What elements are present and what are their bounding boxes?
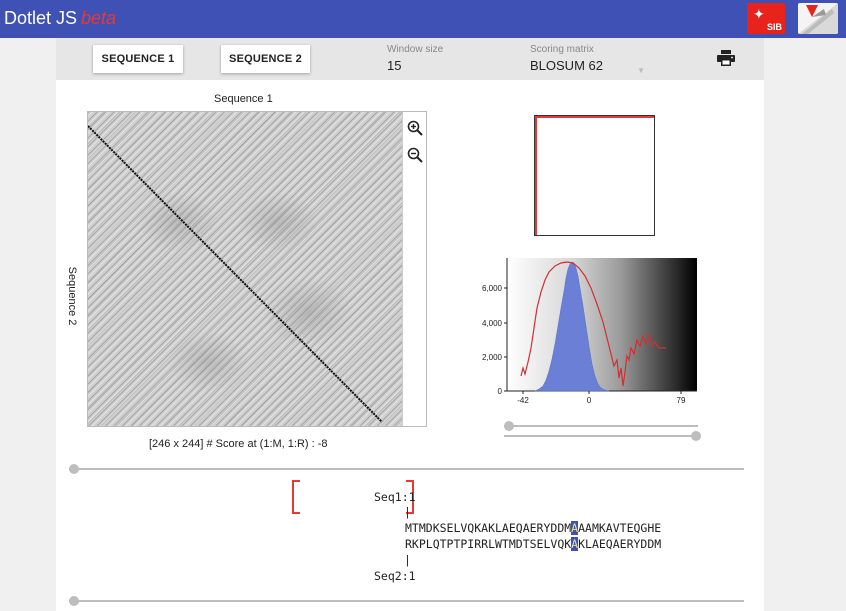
score-histogram[interactable]: 6,000 4,000 2,000 0 -42 0 79	[471, 256, 701, 416]
scoring-matrix-value[interactable]: BLOSUM 62	[530, 58, 645, 73]
vital-it-logo[interactable]	[798, 3, 838, 34]
window-size-label: Window size	[387, 44, 444, 55]
dotplot-x-title: Sequence 1	[214, 93, 273, 105]
x-tick-neg42: -42	[517, 396, 529, 405]
alignment-position-slider[interactable]	[69, 595, 744, 607]
y-tick-6000: 6,000	[482, 284, 503, 293]
window-size-field[interactable]: Window size 15	[387, 44, 497, 73]
y-tick-4000: 4,000	[482, 319, 503, 328]
x-tick-79: 79	[677, 396, 686, 405]
x-tick-0: 0	[587, 396, 592, 405]
dotplot-y-title: Sequence 2	[66, 266, 78, 326]
sib-logo-text: SIB	[766, 22, 782, 32]
alignment-position-thumb[interactable]	[69, 596, 79, 606]
printer-icon[interactable]	[717, 50, 735, 66]
app-name: Dotlet JS	[4, 8, 78, 28]
horizontal-position-thumb[interactable]	[69, 464, 79, 474]
y-tick-0: 0	[498, 387, 503, 396]
beta-label: beta	[81, 8, 117, 28]
sib-mark-icon: ✦	[753, 6, 765, 22]
dotplot-canvas[interactable]	[88, 112, 402, 426]
seq2-residues: RKPLQTPTPIRRLWTMDTSELVQKAKLAEQAERYDDM	[405, 537, 662, 551]
seq2-label: Seq2:1	[374, 569, 416, 583]
zoom-in-icon[interactable]	[407, 120, 423, 136]
zoom-controls	[402, 112, 426, 426]
window-size-value[interactable]: 15	[387, 58, 497, 73]
histogram-max-slider[interactable]	[504, 430, 702, 442]
zoom-out-icon[interactable]	[407, 147, 423, 163]
app-bar: Dotlet JS beta ✦ SIB	[0, 0, 846, 38]
y-tick-2000: 2,000	[482, 353, 503, 362]
toolbar: SEQUENCE 1 SEQUENCE 2 Window size 15 Sco…	[56, 38, 764, 80]
seq1-residues: MTMDKSELVQKAKLAEQAERYDDMAAAMKAVTEQGHE	[405, 521, 662, 535]
vital-it-logo-icon	[798, 3, 838, 34]
score-info: [246 x 244] # Score at (1:M, 1:R) : -8	[149, 438, 328, 450]
alignment-window-bracket-left	[292, 480, 300, 514]
dotplot-panel[interactable]	[87, 111, 427, 427]
sequence-1-button[interactable]: SEQUENCE 1	[93, 45, 183, 73]
viewport-indicator-top	[535, 116, 654, 118]
scoring-matrix-select[interactable]: Scoring matrix BLOSUM 62 ▼	[530, 44, 645, 75]
sequence-2-button[interactable]: SEQUENCE 2	[221, 45, 310, 73]
app-title: Dotlet JS beta	[4, 8, 116, 29]
horizontal-position-slider[interactable]	[69, 463, 744, 475]
scoring-matrix-label: Scoring matrix	[530, 44, 594, 55]
overview-map[interactable]	[534, 115, 655, 236]
sib-logo[interactable]: ✦ SIB	[747, 3, 785, 34]
seq2-tick: |	[404, 553, 411, 567]
viewport-indicator-left	[535, 116, 537, 235]
chevron-down-icon[interactable]: ▼	[637, 66, 645, 75]
seq1-label: Seq1:1	[374, 490, 416, 504]
histogram-greyscale-background	[507, 258, 697, 391]
histogram-max-thumb[interactable]	[691, 431, 701, 441]
seq1-tick: |	[404, 505, 411, 519]
